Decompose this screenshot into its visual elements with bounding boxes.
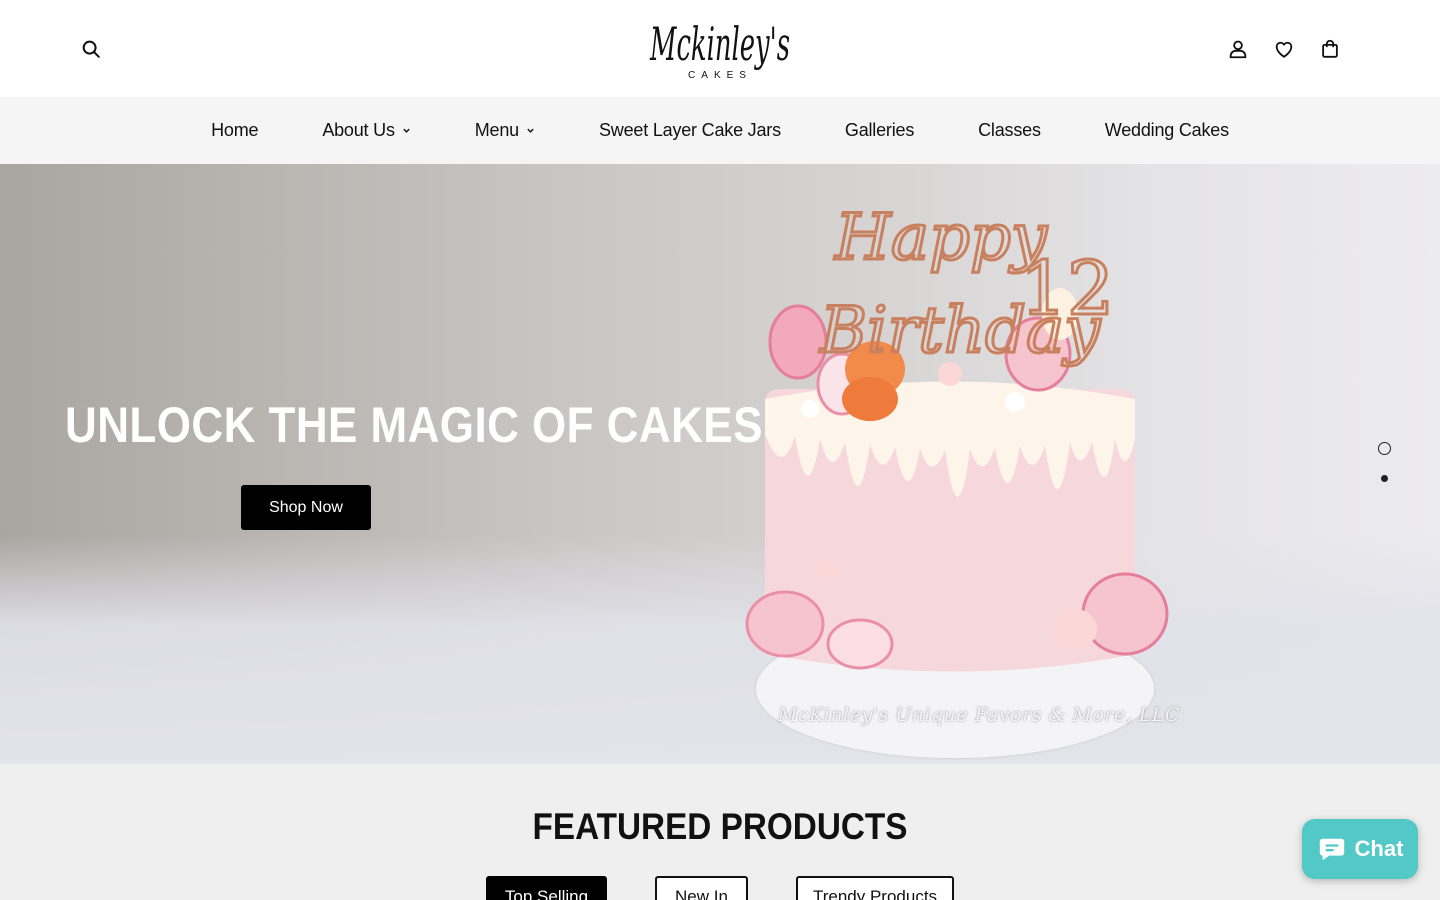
nav-item-about-us[interactable]: About Us — [290, 120, 442, 141]
hero-slider: Happy 12 Birthday McKinley's Unique Favo… — [0, 164, 1440, 764]
cake-image: Happy 12 Birthday — [745, 200, 1169, 760]
topper-happy-text: Happy — [834, 201, 1048, 275]
nav-item-home[interactable]: Home — [179, 120, 290, 141]
slider-dot-1[interactable] — [1378, 442, 1391, 455]
site-logo[interactable]: Mckinley's CAKES — [640, 8, 800, 90]
shopping-bag-icon — [1322, 39, 1338, 58]
featured-products-title: FEATURED PRODUCTS — [532, 806, 908, 847]
chevron-down-icon — [527, 128, 534, 133]
tab-top-selling[interactable]: Top Selling — [486, 876, 607, 900]
topper-birthday-text: Birthday — [819, 294, 1101, 368]
user-icon — [1229, 40, 1247, 59]
heart-icon — [1275, 41, 1293, 58]
tab-trendy-products[interactable]: Trendy Products — [796, 876, 954, 900]
nav-item-label: Galleries — [844, 120, 915, 140]
nav-item-menu[interactable]: Menu — [443, 120, 567, 141]
cart-button[interactable] — [1317, 36, 1343, 62]
slider-pagination — [1378, 442, 1392, 502]
nav-item-label: Wedding Cakes — [1104, 120, 1229, 140]
chat-button[interactable]: Chat — [1302, 819, 1418, 879]
chevron-down-icon — [403, 128, 410, 133]
main-navigation: Home About Us Menu Sweet Layer Cake Jars Gal… — [0, 97, 1440, 164]
nav-item-label: Home — [211, 120, 259, 140]
account-button[interactable] — [1225, 36, 1251, 62]
hero-watermark: McKinley's Unique Favors & More, LLC — [778, 704, 1180, 726]
chat-label: Chat — [1354, 836, 1404, 861]
logo-sub-text: CAKES — [688, 70, 752, 81]
tab-new-in[interactable]: New In — [655, 876, 748, 900]
logo-main-text: Mckinley's — [649, 17, 790, 71]
search-icon — [82, 40, 100, 58]
chat-bubble-icon — [1319, 838, 1344, 861]
nav-item-label: About Us — [322, 120, 395, 140]
nav-item-classes[interactable]: Classes — [946, 120, 1073, 141]
featured-products-section: FEATURED PRODUCTS Top Selling New In Tre… — [0, 764, 1440, 900]
site-header: Mckinley's CAKES — [0, 0, 1440, 97]
wishlist-button[interactable] — [1271, 36, 1297, 62]
hero-title: UNLOCK THE MAGIC OF CAKES — [65, 397, 763, 453]
nav-item-label: Menu — [474, 120, 519, 140]
nav-item-label: Classes — [978, 120, 1041, 140]
slider-dot-2[interactable] — [1378, 472, 1391, 485]
search-button[interactable] — [78, 36, 104, 62]
nav-item-sweet-layer-cake-jars[interactable]: Sweet Layer Cake Jars — [567, 120, 813, 141]
nav-item-galleries[interactable]: Galleries — [813, 120, 946, 141]
nav-item-label: Sweet Layer Cake Jars — [599, 120, 781, 140]
nav-item-wedding-cakes[interactable]: Wedding Cakes — [1073, 120, 1261, 141]
shop-now-button[interactable]: Shop Now — [241, 485, 371, 530]
